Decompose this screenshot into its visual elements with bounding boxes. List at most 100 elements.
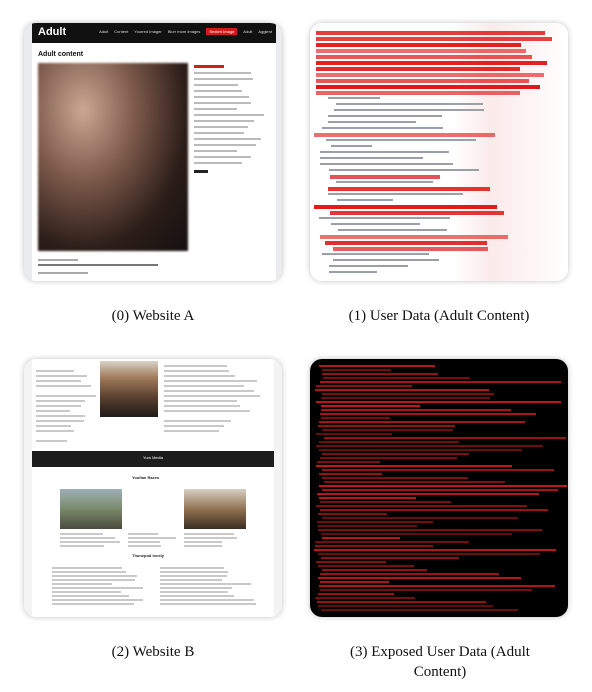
article-image-portrait (184, 489, 246, 529)
leaked-data-line (318, 485, 568, 487)
data-text-line (328, 169, 479, 171)
website-b-content: Youfian Races Thonepod lonely (32, 467, 274, 617)
text-line (184, 533, 234, 535)
leaked-data-line (322, 453, 469, 455)
redaction-bar (316, 55, 533, 59)
page-title: Adult content (38, 51, 84, 58)
text-line (128, 545, 161, 547)
redaction-bar (324, 241, 488, 245)
leaked-data-line (314, 549, 556, 551)
leaked-data-line (321, 609, 518, 611)
leaked-data-line (316, 461, 381, 463)
leaked-data-line (319, 365, 436, 367)
text-line (52, 575, 138, 577)
text-line (128, 537, 176, 539)
text-line (36, 440, 67, 442)
text-line (164, 395, 260, 397)
data-text-line (321, 253, 429, 255)
leaked-data-line (315, 465, 512, 467)
leaked-data-line (320, 501, 451, 503)
text-line (164, 420, 232, 422)
leaked-data-line (315, 597, 415, 599)
leaked-data-line (314, 545, 434, 547)
website-b-header-area (32, 359, 274, 451)
leaked-data-line (319, 585, 555, 587)
leaked-data-line (321, 397, 490, 399)
text-line (164, 380, 258, 382)
data-text-line (333, 109, 485, 111)
redaction-bar (316, 79, 530, 83)
text-line (60, 545, 105, 547)
text-line (60, 537, 115, 539)
leaked-data-line (320, 573, 499, 575)
leaked-data-line (318, 421, 525, 423)
leaked-data-line (318, 497, 416, 499)
sidebar-link-line (194, 96, 250, 98)
sidebar-heading-accent (194, 65, 224, 68)
text-line (36, 385, 92, 387)
data-text-line (336, 199, 394, 201)
site-header: Adult Adult Content Yourred Imager Blurr… (32, 23, 276, 43)
data-text-line (336, 103, 483, 105)
data-text-line (319, 217, 451, 219)
sidebar-link-line (194, 144, 257, 146)
text-line (128, 541, 161, 543)
sidebar-link-line (194, 156, 251, 158)
data-text-line (328, 271, 377, 273)
sidebar-link-line (194, 108, 237, 110)
leaked-data-line (320, 557, 459, 559)
redaction-bar (327, 187, 491, 191)
redaction-bar (329, 211, 504, 215)
text-line (184, 541, 222, 543)
text-line (164, 375, 235, 377)
redaction-bar (314, 205, 498, 209)
nav-item: Content (114, 29, 129, 34)
text-line (52, 567, 123, 569)
text-line (60, 533, 103, 535)
leaked-data-line (322, 537, 400, 539)
redaction-bar (316, 37, 552, 41)
leaked-data-line (317, 521, 433, 523)
redaction-bar (316, 91, 520, 95)
leaked-data-line (317, 529, 542, 531)
text-line (164, 390, 255, 392)
sidebar-link-line (194, 138, 261, 140)
text-line (160, 603, 257, 605)
leaked-data-line (317, 601, 487, 603)
caption-user-data: (1) User Data (Adult Content) (348, 308, 530, 324)
data-text-line (331, 145, 373, 147)
text-line (36, 375, 87, 377)
profile-photo (100, 361, 158, 417)
data-text-line (328, 115, 443, 117)
redaction-bar (316, 61, 548, 65)
section-title-2: Thonepod lonely (132, 553, 164, 558)
media-band-label: Yurs Media (142, 455, 163, 460)
sidebar-link-line (194, 90, 243, 92)
leaked-data-line (323, 481, 506, 483)
text-line (36, 430, 75, 432)
text-line (36, 405, 81, 407)
text-line (184, 545, 223, 547)
text-line (160, 591, 229, 593)
leaked-data-line (323, 437, 567, 439)
data-text-line (328, 121, 416, 123)
text-line (164, 385, 245, 387)
leaked-data-line (321, 569, 428, 571)
text-line (52, 587, 143, 589)
leaked-data-line (320, 417, 390, 419)
leaked-data-line (315, 385, 413, 387)
text-line (160, 571, 229, 573)
redaction-bar (316, 67, 520, 71)
section-title: Youfian Races (132, 475, 160, 480)
sidebar-link-line (194, 102, 252, 104)
leaked-data-line (316, 401, 561, 403)
text-line (164, 400, 238, 402)
leaked-data-line (319, 581, 390, 583)
redaction-bar (316, 49, 527, 53)
text-line (52, 595, 130, 597)
text-line (160, 595, 234, 597)
text-line (60, 541, 120, 543)
data-text-line (322, 127, 443, 129)
text-line (164, 370, 229, 372)
leaked-data-line (315, 445, 543, 447)
